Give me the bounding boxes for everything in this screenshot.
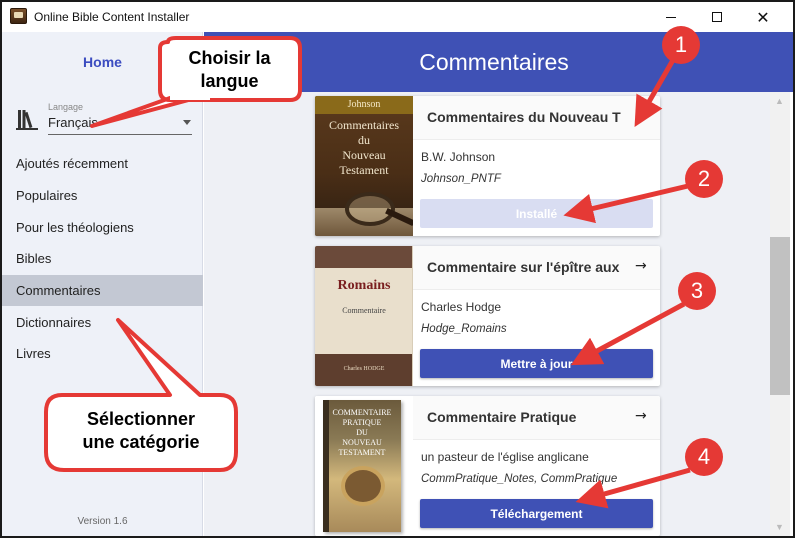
chevron-down-icon — [183, 120, 191, 125]
callout-line: une catégorie — [82, 432, 200, 452]
book-cover-image[interactable]: COMMENTAIRE PRATIQUE DU NOUVEAU TESTAMEN… — [315, 396, 413, 536]
book-cover-image[interactable]: Romains Commentaire Charles HODGE — [315, 246, 413, 386]
card-module-id: Hodge_Romains — [421, 323, 507, 335]
cover-title-line: Testament — [339, 163, 389, 177]
title-bar: Online Bible Content Installer ✕ — [2, 2, 793, 32]
card-header[interactable]: Commentaire sur l'épître aux → — [413, 246, 660, 290]
language-value: Français — [48, 115, 98, 130]
download-button[interactable]: Téléchargement — [420, 499, 653, 528]
card-header[interactable]: Commentaire Pratique → — [413, 396, 660, 440]
minimize-button[interactable] — [648, 2, 694, 32]
cover-title-line: TESTAMENT — [338, 448, 386, 457]
version-label: Version 1.6 — [77, 516, 128, 527]
sidebar-item-theologians[interactable]: Pour les théologiens — [2, 211, 203, 243]
arrow-right-icon[interactable]: → — [635, 258, 647, 274]
book-cover-image[interactable]: Johnson Commentaires du Nouveau Testamen… — [315, 96, 413, 236]
card-title: Commentaire Pratique — [427, 409, 577, 425]
card-author: un pasteur de l'église anglicane — [421, 450, 589, 464]
sidebar: Home Langage Français Ajoutés récemment … — [2, 32, 203, 536]
scroll-thumb[interactable] — [770, 237, 790, 395]
card-module-id: CommPratique_Notes, CommPratique — [421, 473, 618, 485]
cover-top-band — [315, 246, 412, 268]
maximize-icon — [712, 12, 722, 22]
app-window: Online Bible Content Installer ✕ Home La… — [0, 0, 795, 538]
maximize-button[interactable] — [694, 2, 740, 32]
books-icon — [16, 110, 38, 130]
cover-title-line: Commentaires — [329, 118, 399, 132]
card-body: Commentaires du Nouveau T → B.W. Johnson… — [413, 96, 660, 236]
app-bible-icon — [10, 8, 27, 24]
scroll-up-icon[interactable]: ▲ — [775, 96, 784, 106]
product-card: Romains Commentaire Charles HODGE Commen… — [315, 246, 660, 386]
product-card: Johnson Commentaires du Nouveau Testamen… — [315, 96, 660, 236]
cover-title-line: COMMENTAIRE — [332, 408, 392, 417]
card-module-id: Johnson_PNTF — [421, 173, 501, 185]
language-select[interactable]: Langage Français — [16, 102, 192, 138]
arrow-right-icon[interactable]: → — [635, 108, 647, 124]
window-title: Online Bible Content Installer — [34, 10, 190, 24]
cover-author: Charles HODGE — [343, 366, 385, 372]
cover-title: Commentaires du Nouveau Testament — [315, 118, 413, 178]
card-title: Commentaires du Nouveau T — [427, 109, 621, 125]
card-author: B.W. Johnson — [421, 150, 496, 164]
card-header[interactable]: Commentaires du Nouveau T → — [413, 96, 660, 140]
callout-line: langue — [200, 71, 259, 91]
scroll-down-icon[interactable]: ▼ — [775, 522, 784, 532]
cover-rope-illustration — [341, 466, 385, 506]
product-card: COMMENTAIRE PRATIQUE DU NOUVEAU TESTAMEN… — [315, 396, 660, 536]
vertical-scrollbar[interactable]: ▲ ▼ — [770, 92, 790, 536]
close-icon: ✕ — [756, 7, 770, 27]
cover-subtitle: Commentaire — [342, 306, 386, 315]
cover-title-line: PRATIQUE — [342, 418, 382, 427]
cover-publisher: Johnson — [315, 96, 413, 114]
card-author: Charles Hodge — [421, 300, 502, 314]
sidebar-item-dictionaries[interactable]: Dictionnaires — [2, 306, 203, 338]
sidebar-item-recent[interactable]: Ajoutés récemment — [2, 148, 203, 180]
callout-line: Sélectionner — [86, 409, 196, 429]
card-body: Commentaire Pratique → un pasteur de l'é… — [413, 396, 660, 536]
step-number-1: 1 — [674, 32, 688, 57]
card-title: Commentaire sur l'épître aux — [427, 259, 620, 275]
callout-line: Choisir la — [188, 48, 271, 68]
sidebar-item-commentaries[interactable]: Commentaires — [2, 274, 203, 307]
cover-title-line: DU — [356, 428, 368, 437]
sidebar-item-popular[interactable]: Populaires — [2, 180, 203, 212]
content-area: Johnson Commentaires du Nouveau Testamen… — [204, 92, 770, 536]
language-underline — [48, 134, 192, 135]
sidebar-item-bibles[interactable]: Bibles — [2, 243, 203, 275]
category-nav: Ajoutés récemment Populaires Pour les th… — [2, 148, 203, 370]
minimize-icon — [666, 16, 676, 18]
step-number-2: 2 — [697, 166, 711, 191]
update-button[interactable]: Mettre à jour — [420, 349, 653, 378]
step-number-4: 4 — [697, 444, 711, 469]
cover-title: Romains — [337, 278, 391, 293]
cover-title: COMMENTAIRE PRATIQUE DU NOUVEAU TESTAMEN… — [329, 408, 395, 458]
cover-title-line: NOUVEAU — [342, 438, 382, 447]
step-number-3: 3 — [690, 278, 704, 303]
arrow-right-icon[interactable]: → — [635, 408, 647, 424]
card-body: Commentaire sur l'épître aux → Charles H… — [413, 246, 660, 386]
language-caption: Langage — [48, 102, 84, 112]
category-callout-text: Sélectionner une catégorie — [48, 408, 234, 454]
cover-title-line: Nouveau — [342, 148, 386, 162]
installed-button[interactable]: Installé — [420, 199, 653, 228]
sidebar-item-books[interactable]: Livres — [2, 338, 203, 370]
cover-title-line: du — [358, 133, 370, 147]
close-button[interactable]: ✕ — [740, 2, 786, 32]
language-callout-text: Choisir la langue — [163, 47, 296, 93]
